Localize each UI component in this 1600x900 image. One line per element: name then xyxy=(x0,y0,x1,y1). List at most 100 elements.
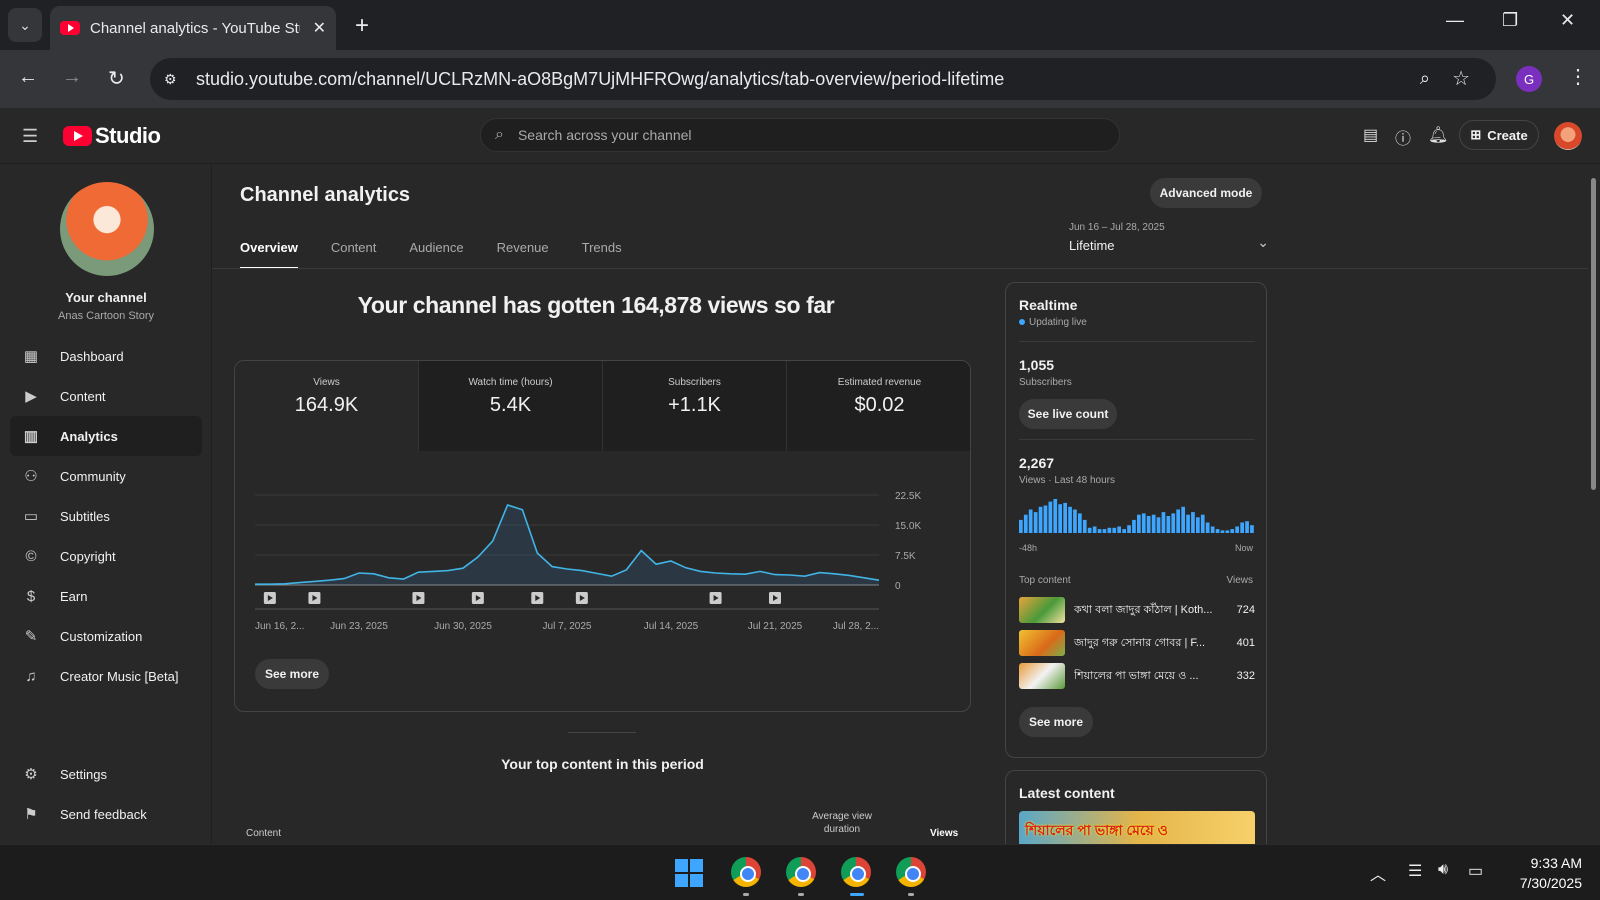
metric-value: $0.02 xyxy=(854,394,905,416)
list-item[interactable]: কথা বলা জাদুর কাঁঠাল | Koth... 724 xyxy=(1019,597,1255,623)
realtime-bar xyxy=(1196,517,1200,533)
account-avatar[interactable] xyxy=(1554,122,1582,150)
axis-start-label: -48h xyxy=(1019,543,1038,553)
realtime-bar xyxy=(1082,519,1087,533)
sidebar-item-analytics[interactable]: ▥ Analytics xyxy=(10,416,202,456)
metric-subscribers[interactable]: Subscribers +1.1K xyxy=(603,361,787,451)
new-tab-button[interactable]: + xyxy=(355,12,369,40)
windows-start-icon[interactable] xyxy=(675,859,703,887)
divider xyxy=(1019,439,1255,440)
y-tick-label: 7.5K xyxy=(895,551,916,562)
realtime-bar xyxy=(1122,529,1126,533)
search-input[interactable] xyxy=(517,127,1078,143)
search-box[interactable]: ⌕ xyxy=(480,118,1120,152)
views-area xyxy=(255,505,879,585)
community-icon: ⚇ xyxy=(24,468,38,485)
site-info-icon[interactable]: ⚙ xyxy=(164,71,188,88)
help-icon[interactable]: ⓘ xyxy=(1395,125,1411,149)
column-content[interactable]: Content xyxy=(246,828,281,839)
sidebar: Your channel Anas Cartoon Story ▦ Dashbo… xyxy=(0,164,212,844)
tab-trends[interactable]: Trends xyxy=(582,240,622,269)
close-window-icon[interactable]: ✕ xyxy=(1560,10,1575,31)
sidebar-item-dashboard[interactable]: ▦ Dashboard xyxy=(10,336,202,376)
menu-icon[interactable]: ☰ xyxy=(22,126,38,147)
tab-revenue[interactable]: Revenue xyxy=(497,240,549,269)
chrome-taskbar-icon[interactable] xyxy=(896,857,926,887)
sidebar-item-settings[interactable]: ⚙ Settings xyxy=(10,754,202,794)
period-selector[interactable]: Jun 16 – Jul 28, 2025 Lifetime ⌄ xyxy=(1069,222,1269,253)
comments-icon[interactable]: ▤ xyxy=(1363,125,1378,145)
taskbar-indicator-active xyxy=(850,893,864,896)
sidebar-item-creator-music[interactable]: ♫ Creator Music [Beta] xyxy=(10,656,202,696)
bookmark-star-icon[interactable]: ☆ xyxy=(1452,66,1470,91)
analytics-tabs: Overview Content Audience Revenue Trends xyxy=(240,240,655,269)
feedback-icon: ⚑ xyxy=(24,806,38,823)
address-bar[interactable]: ⚙ studio.youtube.com/channel/UCLRzMN-aO8… xyxy=(150,58,1496,100)
back-icon[interactable]: ← xyxy=(18,66,38,89)
sidebar-item-earn[interactable]: $ Earn xyxy=(10,576,202,616)
browser-tab[interactable]: Channel analytics - YouTube Studio ✕ xyxy=(50,6,336,50)
metric-revenue[interactable]: Estimated revenue $0.02 xyxy=(787,361,970,451)
sidebar-item-label: Community xyxy=(60,468,126,484)
tab-content[interactable]: Content xyxy=(331,240,377,269)
zoom-icon[interactable]: ⌕ xyxy=(1420,68,1430,89)
list-item[interactable]: জাদুর গরু সোনার গোবর | F... 401 xyxy=(1019,630,1255,656)
column-avg-duration[interactable]: Average view duration xyxy=(802,810,882,836)
scrollbar[interactable] xyxy=(1588,164,1600,844)
scrollbar-thumb[interactable] xyxy=(1591,178,1596,490)
tab-overview[interactable]: Overview xyxy=(240,240,298,269)
minimize-icon[interactable]: — xyxy=(1446,10,1464,31)
chrome-taskbar-icon[interactable] xyxy=(731,857,761,887)
realtime-bar xyxy=(1186,514,1190,533)
list-item[interactable]: শিয়ালের পা ভাঙ্গা মেয়ে ও ... 332 xyxy=(1019,663,1255,689)
sidebar-item-community[interactable]: ⚇ Community xyxy=(10,456,202,496)
sidebar-item-customization[interactable]: ✎ Customization xyxy=(10,616,202,656)
logo-text: Studio xyxy=(95,123,161,148)
see-live-count-button[interactable]: See live count xyxy=(1019,399,1117,429)
metric-watch-time[interactable]: Watch time (hours) 5.4K xyxy=(419,361,603,451)
realtime-bar xyxy=(1038,506,1043,533)
tab-search-button[interactable]: ⌄ xyxy=(8,8,42,42)
sidebar-item-send-feedback[interactable]: ⚑ Send feedback xyxy=(10,794,202,834)
tab-audience[interactable]: Audience xyxy=(409,240,463,269)
metric-value: +1.1K xyxy=(668,394,721,416)
realtime-views-sparkline[interactable] xyxy=(1019,499,1255,533)
video-thumbnail xyxy=(1019,630,1065,656)
channel-avatar[interactable] xyxy=(60,182,154,276)
chrome-taskbar-icon[interactable] xyxy=(786,857,816,887)
battery-icon[interactable]: ▭ xyxy=(1468,861,1483,881)
restore-icon[interactable]: ❐ xyxy=(1502,10,1518,31)
see-more-button[interactable]: See more xyxy=(255,659,329,689)
forward-icon[interactable]: → xyxy=(62,66,82,89)
wifi-icon[interactable]: ☰ xyxy=(1408,861,1422,881)
create-button[interactable]: ⊞ Create xyxy=(1459,120,1539,150)
views-chart[interactable]: 22.5K 15.0K 7.5K 0 Jun 16, 2... Jun 23, 2025 J… xyxy=(253,481,953,651)
metric-views[interactable]: Views 164.9K xyxy=(235,361,419,451)
tray-chevron-up-icon[interactable]: ︿ xyxy=(1370,861,1386,885)
realtime-bar xyxy=(1058,504,1062,533)
volume-icon[interactable]: 🔊︎ xyxy=(1438,861,1448,879)
browser-menu-icon[interactable]: ⋮ xyxy=(1568,64,1588,89)
creator-music-icon: ♫ xyxy=(25,667,37,685)
profile-avatar[interactable]: G xyxy=(1516,66,1542,92)
realtime-bar xyxy=(1200,514,1205,533)
column-views[interactable]: Views xyxy=(930,828,958,839)
realtime-bar xyxy=(1112,527,1117,533)
studio-logo[interactable]: Studio xyxy=(63,123,161,149)
sidebar-item-label: Analytics xyxy=(60,428,118,444)
chrome-taskbar-icon[interactable] xyxy=(841,857,871,887)
tab-close-icon[interactable]: ✕ xyxy=(313,18,326,38)
sidebar-item-label: Customization xyxy=(60,628,143,644)
sidebar-item-content[interactable]: ▶ Content xyxy=(10,376,202,416)
taskbar-indicator xyxy=(908,893,914,896)
realtime-bar xyxy=(1215,529,1220,533)
sidebar-item-subtitles[interactable]: ▭ Subtitles xyxy=(10,496,202,536)
system-clock[interactable]: 9:33 AM 7/30/2025 xyxy=(1500,853,1582,893)
reload-icon[interactable]: ↻ xyxy=(108,66,125,91)
url-text[interactable]: studio.youtube.com/channel/UCLRzMN-aO8Bg… xyxy=(196,69,1004,90)
realtime-see-more-button[interactable]: See more xyxy=(1019,707,1093,737)
channel-name: Anas Cartoon Story xyxy=(58,310,154,322)
notifications-icon[interactable]: 🔔︎ xyxy=(1428,125,1448,145)
advanced-mode-button[interactable]: Advanced mode xyxy=(1150,178,1262,208)
sidebar-item-copyright[interactable]: © Copyright xyxy=(10,536,202,576)
